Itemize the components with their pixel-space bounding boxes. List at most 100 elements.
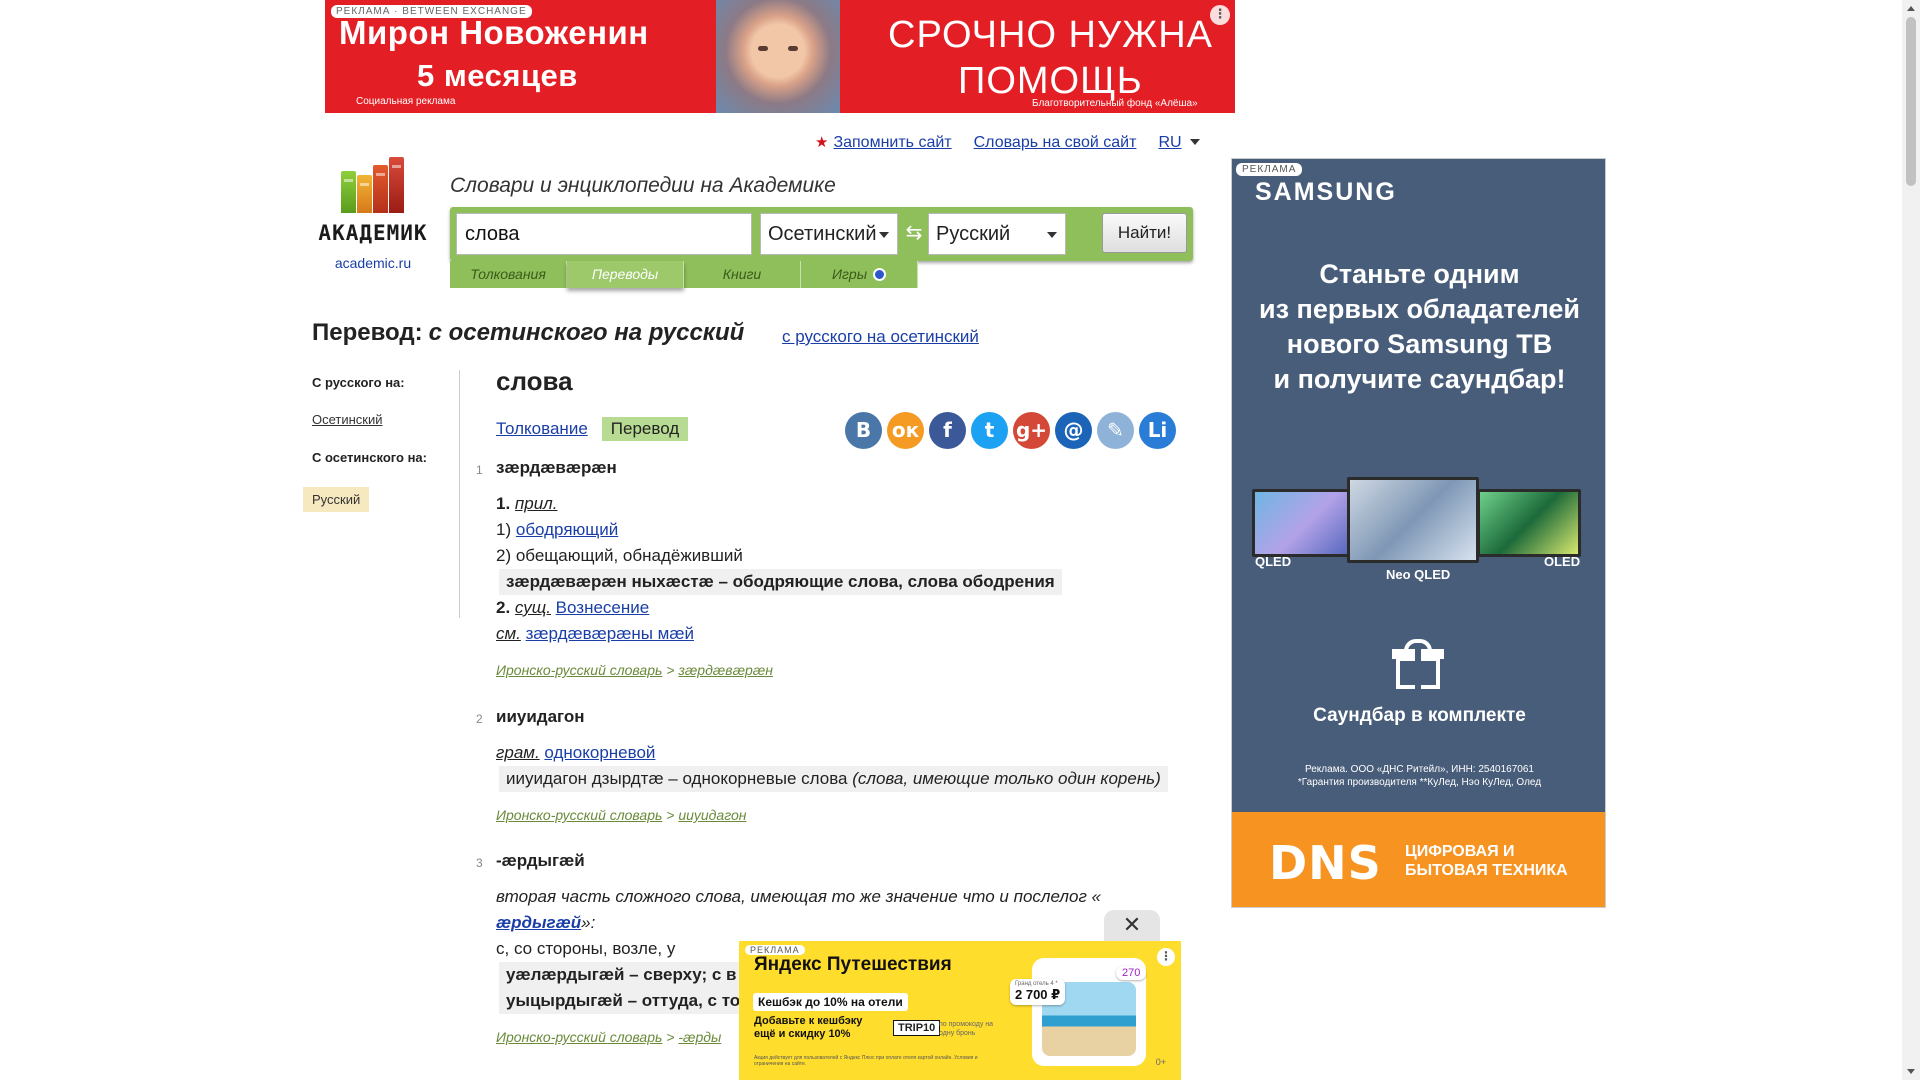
translation-mode-active: Перевод: [601, 417, 689, 441]
source-language-select[interactable]: Осетинский: [760, 213, 898, 255]
search-tabs: Толкования Переводы Книги Игры: [450, 261, 918, 288]
example-note: (слова, имеющие только один корень): [852, 769, 1161, 788]
vk-icon[interactable]: В: [845, 412, 882, 449]
samsung-side-ad[interactable]: РЕКЛАМА SAMSUNG Станьте одним из первых …: [1231, 158, 1606, 908]
tab-translations[interactable]: Переводы: [567, 261, 684, 288]
entry-number: 3: [476, 856, 483, 870]
age-rating: 0+: [1155, 1057, 1166, 1067]
tv-label: Neo QLED: [1386, 567, 1451, 582]
entry-lemma: ииуидагон: [496, 707, 585, 726]
promo-line: и получите саундбар!: [1273, 364, 1566, 394]
entry-description: вторая часть сложного слова, имеющая то …: [496, 887, 1102, 906]
search-form: Осетинский ⇆ Русский Найти!: [450, 207, 1193, 261]
sidebar-item-ossetian[interactable]: Осетинский: [303, 412, 453, 427]
plus-points-badge: 270: [1116, 966, 1147, 980]
twitter-icon[interactable]: t: [971, 412, 1008, 449]
see-link[interactable]: зæрдæвæрæны мæй: [526, 624, 694, 643]
tv-image: [1252, 489, 1362, 557]
ad-label: РЕКЛАМА: [1236, 163, 1303, 176]
example-text: уыцырдыгæй – оттуда, с то: [499, 988, 748, 1014]
ad-menu-icon[interactable]: ⋮: [1157, 948, 1175, 966]
interpretation-link[interactable]: Толкование: [496, 419, 588, 439]
ad-urgent-text: СРОЧНО НУЖНА: [888, 14, 1214, 56]
translation-link[interactable]: æрдыгæй: [496, 913, 581, 932]
dns-logo: DNS: [1269, 836, 1382, 890]
gram-label[interactable]: грам.: [496, 743, 540, 762]
dictionary-for-site-link[interactable]: Словарь на свой сайт: [974, 134, 1137, 152]
source-dictionary-link[interactable]: Иронско-русский словарь: [496, 1029, 662, 1045]
translation-link[interactable]: ободряющий: [516, 520, 618, 539]
remember-site-link[interactable]: Запомнить сайт: [833, 134, 951, 151]
source-breadcrumb: Иронско-русский словарь > зæрдæвæрæн: [496, 657, 1062, 683]
ad-menu-icon[interactable]: ⋮: [1210, 5, 1230, 25]
gift-icon: [1392, 639, 1444, 691]
reverse-direction-link[interactable]: с русского на осетинский: [782, 327, 979, 347]
ad-child-name: Мирон Новоженин: [339, 14, 649, 51]
from-russian-heading: С русского на:: [312, 375, 405, 390]
tab-books[interactable]: Книги: [684, 261, 801, 288]
sense-number: 1.: [496, 494, 511, 513]
see-label[interactable]: см.: [496, 624, 521, 643]
share-buttons: Вок f t g+ @ ✎ Li: [845, 412, 1176, 449]
source-word-link[interactable]: зæрдæвæрæн: [678, 662, 773, 678]
tab-interpretations[interactable]: Толкования: [450, 261, 567, 288]
legal-line: *Гарантия производителя **КуЛед, Нэо КуЛ…: [1297, 777, 1542, 788]
scroll-down-icon[interactable]: [1907, 1069, 1915, 1074]
logo-site-link[interactable]: academic.ru: [312, 255, 434, 271]
search-input[interactable]: [456, 213, 752, 255]
dns-tagline-line: БЫТОВАЯ ТЕХНИКА: [1405, 862, 1568, 879]
language-selector[interactable]: RU: [1158, 134, 1199, 152]
pos-link[interactable]: сущ.: [515, 598, 551, 617]
site-logo[interactable]: АКАДЕМИК academic.ru: [312, 155, 434, 271]
entry-lemma: зæрдæвæрæн: [496, 458, 617, 477]
subsense-number: 1): [496, 520, 512, 539]
source-word-link[interactable]: -æрды: [678, 1029, 721, 1045]
header-links: ★ Запомнить сайт Словарь на свой сайт RU: [815, 133, 1200, 152]
sidebar-item-russian-selected[interactable]: Русский: [303, 487, 370, 512]
yandex-travel-popup-ad[interactable]: РЕКЛАМА Яндекс Путешествия Кешбэк до 10%…: [739, 941, 1181, 1080]
mode-switch: Толкование Перевод: [496, 417, 689, 441]
tab-games[interactable]: Игры: [801, 261, 918, 288]
swap-languages-icon[interactable]: ⇆: [902, 221, 926, 245]
scroll-up-icon[interactable]: [1907, 6, 1915, 11]
example-text: уæлæрдыгæй – сверху; с в: [499, 962, 744, 988]
source-dictionary-link[interactable]: Иронско-русский словарь: [496, 662, 662, 678]
google-plus-icon[interactable]: g+: [1013, 412, 1050, 449]
close-icon[interactable]: ✕: [1104, 910, 1160, 942]
source-dictionary-link[interactable]: Иронско-русский словарь: [496, 807, 662, 823]
livejournal-icon[interactable]: ✎: [1097, 412, 1134, 449]
facebook-icon[interactable]: f: [929, 412, 966, 449]
entry-lemma: -æрдыгæй: [496, 851, 585, 870]
tv-label: OLED: [1544, 554, 1581, 569]
promo-line: нового Samsung ТВ: [1286, 329, 1553, 359]
ad-brand: SAMSUNG: [1255, 178, 1397, 206]
translation-link[interactable]: Вознесение: [556, 598, 650, 617]
site-tagline: Словари и энциклопедии на Академике: [450, 174, 836, 197]
target-language-select[interactable]: Русский: [928, 213, 1066, 255]
example-text: ииуидагон дзырдтæ – однокорневые слова (…: [499, 766, 1168, 792]
word-title: слова: [496, 366, 573, 396]
legal-line: Реклама. ООО «ДНС Ритейл», ИНН: 25401670…: [1305, 764, 1534, 775]
pos-link[interactable]: прил.: [515, 494, 558, 513]
page-scrollbar[interactable]: [1902, 0, 1920, 1080]
list-item: 1 зæрдæвæрæн 1. прил. 1) ободряющий 2) о…: [476, 455, 1062, 683]
ad-child-age: 5 месяцев: [417, 58, 578, 93]
ad-extra-text: Добавьте к кешбэку ещё и скидку 10%: [754, 1015, 863, 1040]
search-button[interactable]: Найти!: [1102, 213, 1187, 253]
top-banner-ad[interactable]: РЕКЛАМА · BETWEEN EXCHANGE Мирон Новожен…: [325, 0, 1235, 113]
tv-image: [1347, 477, 1479, 563]
mail-icon[interactable]: @: [1055, 412, 1092, 449]
translation-link[interactable]: однокорневой: [544, 743, 655, 762]
promo-line: Станьте одним: [1319, 259, 1520, 289]
promo-line: из первых обладателей: [1259, 294, 1580, 324]
example-text: зæрдæвæрæн ныхæстæ – ободряющие слова, с…: [499, 569, 1062, 595]
tv-label: QLED: [1255, 554, 1292, 569]
entry-description-end: »:: [581, 913, 596, 932]
source-word-link[interactable]: ииуидагон: [678, 807, 746, 823]
odnoklassniki-icon[interactable]: ок: [887, 412, 924, 449]
scroll-thumb[interactable]: [1906, 17, 1916, 186]
ad-social-label: Социальная реклама: [356, 96, 456, 107]
ad-legal-text: Реклама. ООО «ДНС Ритейл», ИНН: 25401670…: [1232, 763, 1605, 789]
linkedin-icon[interactable]: Li: [1139, 412, 1176, 449]
source-separator: >: [662, 1029, 679, 1045]
